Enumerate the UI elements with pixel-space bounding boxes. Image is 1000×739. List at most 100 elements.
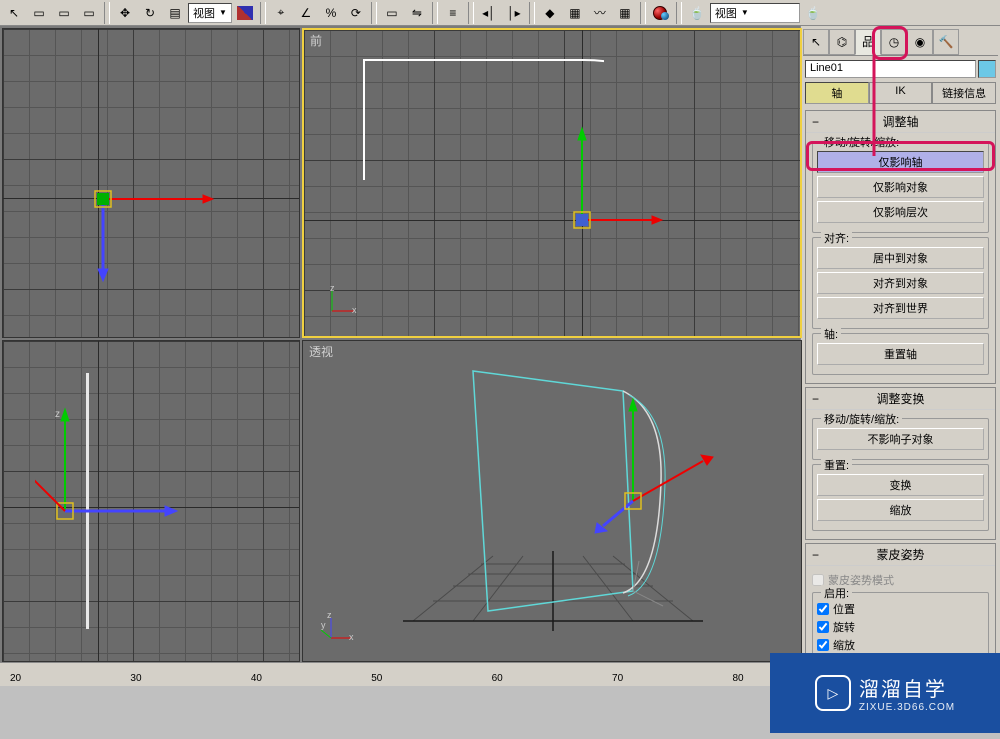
viewport-grid: 前 z x (0, 26, 800, 662)
watermark-badge: ▷ 溜溜自学 ZIXUE.3D66.COM (770, 653, 1000, 733)
angle-snap-icon[interactable]: ∠ (294, 2, 318, 24)
next-key-icon[interactable]: │▸ (502, 2, 526, 24)
view-dropdown-label: 视图 (193, 5, 215, 21)
pivot-tab[interactable]: 轴 (805, 82, 869, 104)
gizmo-top (73, 169, 233, 289)
timeline-tick: 50 (371, 673, 382, 684)
viewport-bottom-left[interactable]: z (2, 340, 300, 662)
view-dropdown[interactable]: 视图 ▼ (188, 3, 232, 23)
group-mrs-label: 移动/旋转/缩放: (821, 134, 902, 150)
render-setup-icon[interactable]: 🍵 (685, 2, 709, 24)
enable-scale-checkbox[interactable]: 缩放 (817, 637, 984, 653)
viewport-label-front: 前 (310, 32, 322, 49)
gizmo-left: z (35, 391, 195, 551)
group-enable-label: 启用: (821, 585, 852, 601)
cursor-tool-icon[interactable]: ↖ (2, 2, 26, 24)
group-reset-label: 重置: (821, 457, 852, 473)
main-area: 前 z x (0, 26, 1000, 662)
play-icon: ▷ (815, 675, 851, 711)
select-rect2-icon[interactable]: ▭ (52, 2, 76, 24)
group-align-label: 对齐: (821, 230, 852, 246)
enable-rotation-checkbox[interactable]: 旋转 (817, 619, 984, 635)
motion-tab-icon[interactable]: ◷ (881, 29, 907, 55)
collapse-icon: − (812, 548, 819, 562)
reset-pivot-button[interactable]: 重置轴 (817, 343, 984, 365)
manage-layers-icon[interactable]: ◆ (538, 2, 562, 24)
display-tab-icon[interactable]: ◉ (907, 29, 933, 55)
schematic-view-icon[interactable]: ▦ (613, 2, 637, 24)
render-view-label: 视图 (715, 5, 737, 21)
link-info-tab[interactable]: 链接信息 (932, 82, 996, 104)
collapse-icon: − (812, 115, 819, 129)
timeline-tick: 40 (251, 673, 262, 684)
hierarchy-tab-icon[interactable]: 品 (855, 29, 881, 55)
snap-toggle-icon[interactable]: ⌖ (269, 2, 293, 24)
layer-icon[interactable]: ▦ (563, 2, 587, 24)
affect-object-only-button[interactable]: 仅影响对象 (817, 176, 984, 198)
svg-text:x: x (352, 305, 357, 315)
object-name-field[interactable]: Line01 (805, 60, 976, 78)
main-toolbar: ↖ ▭ ▭ ▭ ✥ ↻ ▤ 视图 ▼ ⌖ ∠ % ⟳ ▭ ⇋ ≡ ◂│ │▸ ◆… (0, 0, 1000, 26)
rollout-adjust-pivot: − 调整轴 移动/旋转/缩放: 仅影响轴 仅影响对象 仅影响层次 对齐: 居中到… (805, 110, 996, 384)
collapse-icon: − (812, 392, 819, 406)
align-to-world-button[interactable]: 对齐到世界 (817, 297, 984, 319)
curve-editor-icon[interactable]: 〰 (588, 2, 612, 24)
command-panel: ↖ ⌬ 品 ◷ ◉ 🔨 Line01 轴 IK 链接信息 − 调整轴 移动/旋 (800, 26, 1000, 662)
svg-text:z: z (55, 409, 60, 420)
affect-pivot-only-button[interactable]: 仅影响轴 (817, 151, 984, 173)
timeline-tick: 20 (10, 673, 21, 684)
rollout-header-adjust-pivot[interactable]: − 调整轴 (806, 111, 995, 133)
mirror-icon[interactable]: ⇋ (405, 2, 429, 24)
timeline-tick: 70 (612, 673, 623, 684)
material-editor-icon[interactable] (649, 2, 673, 24)
rollout-header-skin-pose[interactable]: − 蒙皮姿势 (806, 544, 995, 566)
dont-affect-children-button[interactable]: 不影响子对象 (817, 428, 984, 450)
center-to-object-button[interactable]: 居中到对象 (817, 247, 984, 269)
timeline-tick: 80 (732, 673, 743, 684)
utilities-tab-icon[interactable]: 🔨 (933, 29, 959, 55)
ik-tab[interactable]: IK (869, 82, 933, 104)
chevron-down-icon: ▼ (741, 8, 749, 17)
panel-tabs: ↖ ⌬ 品 ◷ ◉ 🔨 (803, 28, 998, 56)
quick-render-icon[interactable]: 🍵 (801, 2, 825, 24)
snap-icons-group[interactable] (233, 2, 257, 24)
svg-text:z: z (327, 610, 332, 620)
reset-scale-button[interactable]: 缩放 (817, 499, 984, 521)
viewport-label-persp: 透视 (309, 343, 333, 360)
rollout-header-adjust-xform[interactable]: − 调整变换 (806, 388, 995, 410)
align-to-object-button[interactable]: 对齐到对象 (817, 272, 984, 294)
affect-hierarchy-only-button[interactable]: 仅影响层次 (817, 201, 984, 223)
percent-snap-icon[interactable]: % (319, 2, 343, 24)
gizmo-front (552, 120, 672, 240)
move-tool-icon[interactable]: ✥ (113, 2, 137, 24)
create-tab-icon[interactable]: ↖ (803, 29, 829, 55)
scale-tool-icon[interactable]: ▤ (163, 2, 187, 24)
prev-key-icon[interactable]: ◂│ (477, 2, 501, 24)
modify-tab-icon[interactable]: ⌬ (829, 29, 855, 55)
align-icon[interactable]: ≡ (441, 2, 465, 24)
timeline-tick: 60 (492, 673, 503, 684)
gizmo-persp (593, 391, 733, 541)
render-view-dropdown[interactable]: 视图 ▼ (710, 3, 800, 23)
viewport-top-left[interactable] (2, 28, 300, 338)
spinner-snap-icon[interactable]: ⟳ (344, 2, 368, 24)
svg-text:y: y (321, 620, 326, 630)
named-sel-icon[interactable]: ▭ (380, 2, 404, 24)
rollout-skin-pose: − 蒙皮姿势 蒙皮姿势模式 启用: 位置 旋转 缩放 (805, 543, 996, 671)
object-color-swatch[interactable] (978, 60, 996, 78)
reset-transform-button[interactable]: 变换 (817, 474, 984, 496)
watermark-brand: 溜溜自学 (859, 673, 955, 702)
select-rect-icon[interactable]: ▭ (27, 2, 51, 24)
rotate-tool-icon[interactable]: ↻ (138, 2, 162, 24)
viewport-front[interactable]: 前 z x (302, 28, 802, 338)
chevron-down-icon: ▼ (219, 8, 227, 17)
select-rect3-icon[interactable]: ▭ (77, 2, 101, 24)
group-mrs2-label: 移动/旋转/缩放: (821, 411, 902, 427)
svg-text:z: z (330, 285, 335, 293)
watermark-url: ZIXUE.3D66.COM (859, 702, 955, 713)
timeline-tick: 30 (130, 673, 141, 684)
viewport-perspective[interactable]: 透视 (302, 340, 802, 662)
group-pivot-label: 轴: (821, 326, 841, 342)
rollout-adjust-xform: − 调整变换 移动/旋转/缩放: 不影响子对象 重置: 变换 缩放 (805, 387, 996, 540)
enable-position-checkbox[interactable]: 位置 (817, 601, 984, 617)
